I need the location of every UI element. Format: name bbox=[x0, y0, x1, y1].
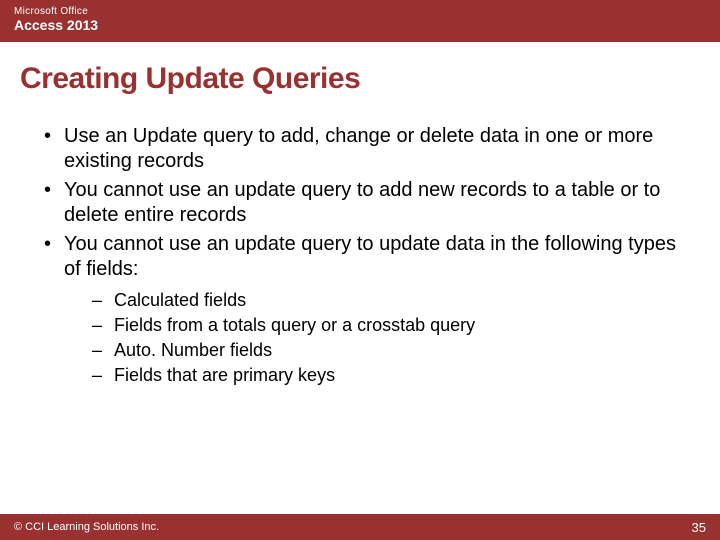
brand-label: Microsoft Office bbox=[14, 6, 706, 17]
slide-content: Use an Update query to add, change or de… bbox=[40, 124, 688, 389]
sub-bullet-item: Fields that are primary keys bbox=[92, 363, 688, 388]
copyright-text: © CCI Learning Solutions Inc. bbox=[14, 521, 159, 533]
sub-bullet-item: Fields from a totals query or a crosstab… bbox=[92, 313, 688, 338]
bullet-list: Use an Update query to add, change or de… bbox=[40, 124, 688, 389]
product-label: Access 2013 bbox=[14, 17, 706, 34]
slide-title: Creating Update Queries bbox=[20, 62, 720, 96]
page-number: 35 bbox=[692, 520, 706, 535]
sub-bullet-item: Auto. Number fields bbox=[92, 338, 688, 363]
sub-bullet-item: Calculated fields bbox=[92, 288, 688, 313]
slide-header: Microsoft Office Access 2013 bbox=[0, 0, 720, 42]
bullet-item: Use an Update query to add, change or de… bbox=[40, 124, 688, 174]
bullet-item-text: You cannot use an update query to update… bbox=[64, 233, 676, 280]
bullet-item: You cannot use an update query to update… bbox=[40, 232, 688, 389]
bullet-item: You cannot use an update query to add ne… bbox=[40, 178, 688, 228]
slide-footer: © CCI Learning Solutions Inc. 35 bbox=[0, 514, 720, 540]
sub-bullet-list: Calculated fields Fields from a totals q… bbox=[64, 288, 688, 389]
